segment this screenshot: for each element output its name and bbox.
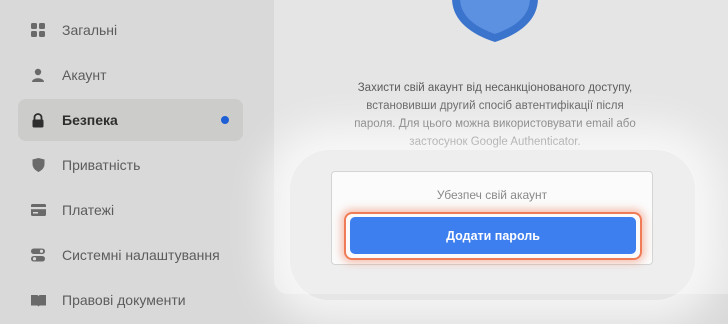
grid-icon	[30, 22, 46, 38]
sidebar-item-label: Безпека	[62, 112, 118, 128]
sidebar-item-privacy[interactable]: Приватність	[18, 144, 243, 186]
sidebar-item-label: Акаунт	[62, 67, 107, 83]
sidebar-item-system-settings[interactable]: Системні налаштування	[18, 234, 243, 276]
sidebar-item-account[interactable]: Акаунт	[18, 54, 243, 96]
secure-account-title: Убезпеч свій акаунт	[436, 188, 548, 202]
active-indicator-dot	[221, 116, 229, 124]
sidebar-item-label: Приватність	[62, 157, 141, 173]
sidebar-item-label: Платежі	[62, 202, 115, 218]
settings-sidebar: Загальні Акаунт Безпека Приватність Плат…	[0, 0, 260, 324]
sidebar-item-label: Загальні	[62, 22, 118, 38]
sidebar-item-label: Системні налаштування	[62, 247, 220, 263]
description-line: Захисти свій акаунт від несанкціонованог…	[357, 82, 633, 94]
book-icon	[30, 292, 46, 308]
shield-lock-icon	[452, 0, 538, 42]
sidebar-item-payments[interactable]: Платежі	[18, 189, 243, 231]
description-line: пароля. Для цього можна використовувати …	[354, 118, 636, 130]
toggles-icon	[30, 247, 46, 263]
description-line: встановивши другий спосіб автентифікації…	[366, 100, 624, 112]
sidebar-item-security[interactable]: Безпека	[18, 99, 243, 141]
sidebar-item-general[interactable]: Загальні	[18, 9, 243, 51]
sidebar-item-legal-documents[interactable]: Правові документи	[18, 279, 243, 321]
description-line: застосунок Google Authenticator.	[409, 136, 581, 148]
security-description: Захисти свій акаунт від несанкціонованог…	[320, 79, 670, 151]
add-password-button[interactable]: Додати пароль	[350, 217, 636, 254]
sidebar-item-label: Правові документи	[62, 292, 186, 308]
credit-card-icon	[30, 202, 46, 218]
lock-icon	[30, 112, 46, 128]
shield-icon	[30, 157, 46, 173]
user-icon	[30, 67, 46, 83]
